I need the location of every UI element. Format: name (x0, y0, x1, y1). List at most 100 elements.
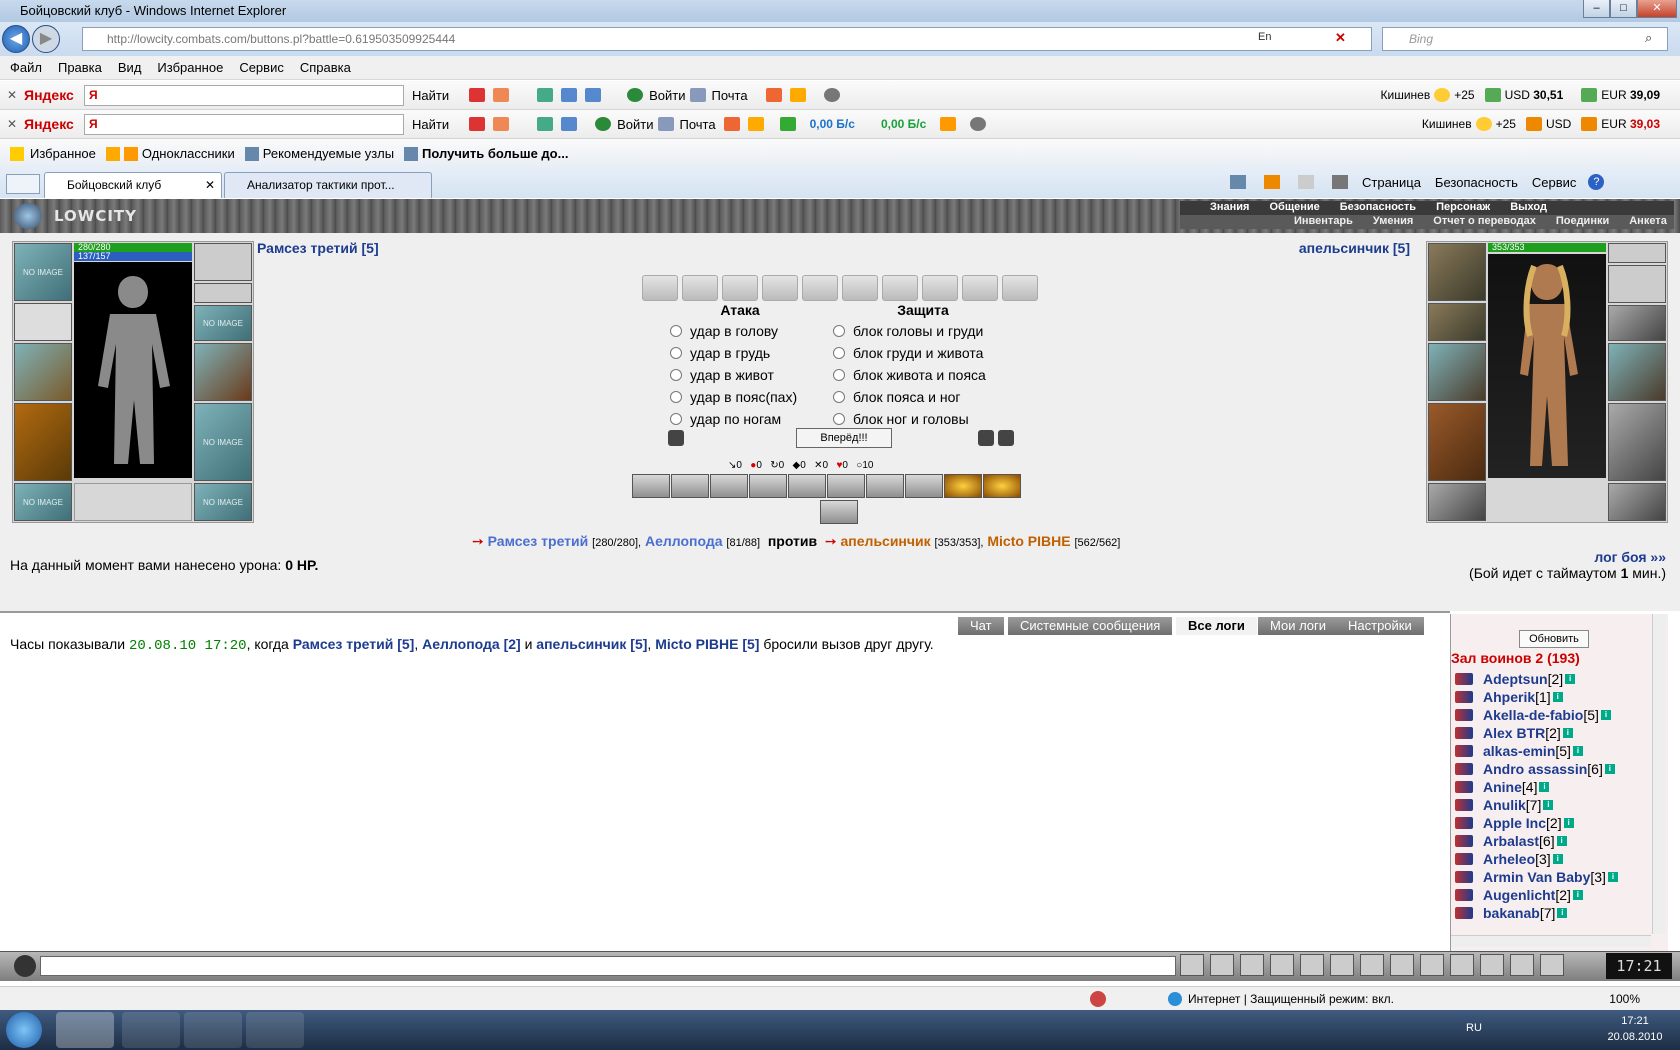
shield-left-icon[interactable] (668, 430, 684, 446)
skill-button[interactable] (827, 474, 865, 498)
menu-edit[interactable]: Правка (58, 60, 102, 75)
room-horizontal-scrollbar[interactable] (1451, 935, 1651, 947)
special-skill-button[interactable] (983, 474, 1021, 498)
radio-icon[interactable] (670, 347, 682, 359)
legs-slot[interactable]: NO IMAGE (194, 403, 252, 481)
radio-icon[interactable] (670, 369, 682, 381)
helmet-slot[interactable]: NO IMAGE (14, 243, 72, 301)
battle-log-link[interactable]: лог боя »» (1480, 549, 1666, 565)
address-input[interactable]: http://lowcity.combats.com/buttons.pl?ba… (82, 27, 1372, 51)
private-message-icon[interactable] (1455, 889, 1473, 901)
room-user-item[interactable]: Akella-de-fabio [5] i (1451, 706, 1668, 724)
team1-player1[interactable]: Рамсез третий (488, 533, 589, 549)
private-message-icon[interactable] (1455, 871, 1473, 883)
radio-icon[interactable] (670, 391, 682, 403)
radio-icon[interactable] (833, 369, 845, 381)
page-icon[interactable] (561, 88, 578, 102)
settings-gear-icon[interactable] (970, 117, 987, 131)
bracer-slot[interactable] (14, 303, 72, 341)
room-user-name[interactable]: Apple Inc (1483, 815, 1546, 831)
help-icon[interactable]: ? (1588, 174, 1605, 190)
attack-chest-option[interactable]: удар в грудь (670, 342, 797, 364)
taskbar-skype-icon[interactable] (246, 1012, 304, 1048)
attack-head-option[interactable]: удар в голову (670, 320, 797, 342)
info-icon[interactable]: i (1572, 890, 1583, 900)
refresh-button[interactable]: Обновить (1519, 630, 1589, 648)
forward-button[interactable]: Вперёд!!! (796, 428, 892, 448)
hand-icon[interactable] (1360, 954, 1384, 976)
skill-button[interactable] (749, 474, 787, 498)
skill-button[interactable] (820, 500, 858, 524)
stop-icon[interactable]: ✕ (1335, 30, 1346, 46)
close-window-button[interactable]: ✕ (1637, 0, 1677, 18)
pause-icon[interactable] (940, 117, 957, 131)
room-user-item[interactable]: Armin Van Baby [3] i (1451, 868, 1668, 886)
scroll-slot[interactable] (922, 275, 958, 301)
music-icon[interactable] (1420, 954, 1444, 976)
shield-icon[interactable] (998, 430, 1014, 446)
yandex-login-button[interactable]: Войти (649, 88, 685, 103)
room-user-name[interactable]: Anulik (1483, 797, 1526, 813)
close-toolbar-icon[interactable]: ✕ (0, 117, 24, 131)
left-player-name[interactable]: Рамсез третий [5] (257, 240, 379, 256)
weapon-slot[interactable] (14, 343, 72, 401)
yandex-find-button[interactable]: Найти (412, 117, 449, 132)
taskbar-media-player-icon[interactable] (184, 1012, 242, 1048)
room-user-item[interactable]: Alex BTR [2] i (1451, 724, 1668, 742)
room-user-item[interactable]: Arheleo [3] i (1451, 850, 1668, 868)
nav-duels[interactable]: Поединки (1556, 215, 1609, 227)
room-user-item[interactable]: Ahperik [1] i (1451, 688, 1668, 706)
fav-get-more[interactable]: Получить больше до... (422, 146, 568, 161)
clear-icon[interactable] (1210, 954, 1234, 976)
yandex-find-button[interactable]: Найти (412, 88, 449, 103)
menu-view[interactable]: Вид (118, 60, 142, 75)
room-user-name[interactable]: Arheleo (1483, 851, 1535, 867)
skill-button[interactable] (905, 474, 943, 498)
feeds-icon[interactable] (1264, 175, 1280, 189)
yandex-search-input[interactable]: Я (84, 113, 404, 135)
room-user-item[interactable]: Augenlicht [2] i (1451, 886, 1668, 904)
person-icon[interactable] (1300, 954, 1324, 976)
tab-tactics-analyzer[interactable]: Анализатор тактики прот... (224, 172, 432, 198)
close-toolbar-icon[interactable]: ✕ (0, 88, 24, 102)
private-message-icon[interactable] (1455, 835, 1473, 847)
lock-icon[interactable] (1510, 954, 1534, 976)
attack-groin-option[interactable]: удар в пояс(пах) (670, 386, 797, 408)
room-user-name[interactable]: Armin Van Baby (1483, 869, 1590, 885)
fav-recommended[interactable]: Рекомендуемые узлы (263, 146, 394, 161)
room-user-item[interactable]: Anulik [7] i (1451, 796, 1668, 814)
room-user-name[interactable]: Adeptsun (1483, 671, 1548, 687)
room-user-item[interactable]: bakanab [7] i (1451, 904, 1668, 922)
pen-icon[interactable] (469, 88, 486, 102)
scroll-slot[interactable] (802, 275, 838, 301)
info-icon[interactable]: i (1539, 782, 1550, 792)
info-icon[interactable]: i (1604, 764, 1615, 774)
block-belt-legs-option[interactable]: блок пояса и ног (833, 386, 986, 408)
block-legs-head-option[interactable]: блок ног и головы (833, 408, 986, 430)
menu-help[interactable]: Справка (300, 60, 351, 75)
close-tab-icon[interactable]: ✕ (205, 173, 215, 197)
attack-stomach-option[interactable]: удар в живот (670, 364, 797, 386)
nav-skills[interactable]: Умения (1373, 215, 1413, 227)
tab-my-logs[interactable]: Мои логи (1258, 617, 1339, 635)
info-icon[interactable]: i (1557, 908, 1568, 918)
menu-tools[interactable]: Сервис (239, 60, 284, 75)
private-message-icon[interactable] (1455, 709, 1473, 721)
nav-profile[interactable]: Анкета (1629, 215, 1667, 227)
read-mail-icon[interactable] (1298, 175, 1314, 189)
input-language[interactable]: RU (1466, 1022, 1482, 1034)
star-plus-icon[interactable] (747, 117, 764, 131)
scroll-slot[interactable] (962, 275, 998, 301)
chat-mode-icon[interactable] (14, 955, 36, 977)
attack-legs-option[interactable]: удар по ногам (670, 408, 797, 430)
home-plus-icon[interactable] (723, 117, 740, 131)
home-plus-icon[interactable] (765, 88, 782, 102)
safety-menu[interactable]: Безопасность (1435, 175, 1518, 190)
special-skill-button[interactable] (944, 474, 982, 498)
radio-icon[interactable] (670, 325, 682, 337)
info-icon[interactable]: i (1556, 836, 1567, 846)
room-user-item[interactable]: Andro assassin [6] i (1451, 760, 1668, 778)
log-player[interactable]: Рамсез третий [5] (293, 636, 415, 652)
settings-gear-icon[interactable] (823, 88, 840, 102)
room-user-item[interactable]: alkas-emin [5] i (1451, 742, 1668, 760)
